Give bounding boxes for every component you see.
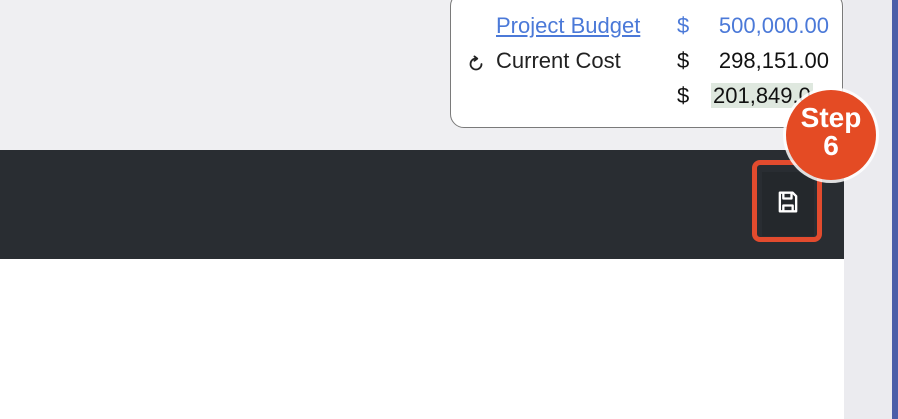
right-rail [844,0,892,419]
app-page: Project Budget $ 500,000.00 Current Cost… [0,0,898,419]
step-number: 6 [823,130,839,161]
refresh-icon[interactable] [466,52,486,72]
project-budget-link[interactable]: Project Budget [496,11,640,41]
top-toolbar [0,150,844,259]
remaining-currency: $ [677,83,690,108]
project-budget-row: Project Budget $ 500,000.00 [451,11,844,41]
current-cost-amount: 298,151.00 [718,48,829,73]
right-edge-bar [892,0,898,419]
current-cost-label: Current Cost [496,48,621,73]
project-budget-currency: $ [677,13,690,38]
step-callout-badge: Step 6 [786,90,876,180]
current-cost-row: Current Cost $ 298,151.00 [451,46,844,76]
project-budget-amount: 500,000.00 [718,13,829,38]
budget-summary-card: Project Budget $ 500,000.00 Current Cost… [450,0,843,128]
content-area [0,259,844,419]
current-cost-currency: $ [677,48,690,73]
step-label: Step [800,102,862,133]
